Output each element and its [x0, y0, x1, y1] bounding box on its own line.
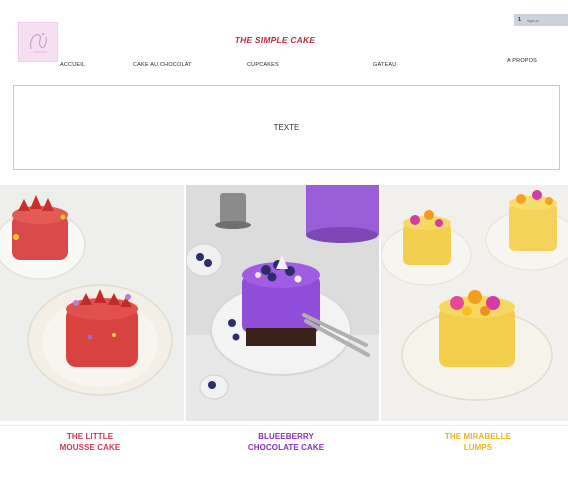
logo-icon [30, 32, 47, 53]
product-image-little-mousse-cake[interactable] [0, 185, 184, 421]
nav-item-accueil[interactable]: ACCUEIL [60, 62, 85, 68]
caption-line-2: MOUSSE CAKE [59, 443, 121, 452]
text-placeholder: TEXTE [273, 123, 300, 132]
nav-item-gateau[interactable]: GATEAU [373, 62, 396, 68]
caption-line-1: THE LITTLE [66, 432, 114, 441]
caption-blueberry-chocolate-cake[interactable]: BLUEEBERRY CHOCOLATE CAKE [226, 431, 346, 453]
product-gallery [0, 185, 568, 425]
caption-little-mousse-cake[interactable]: THE LITTLE MOUSSE CAKE [30, 431, 150, 453]
caption-mirabelle-lumps[interactable]: THE MIRABELLE LUMPS [418, 431, 538, 453]
product-image-blueberry-chocolate-cake[interactable] [186, 185, 379, 421]
product-image-mirabelle-lumps[interactable] [381, 185, 568, 421]
cart-count: 1 [518, 17, 522, 23]
nav-item-a-propos[interactable]: A PROPOS [507, 58, 537, 64]
gallery-divider [0, 425, 568, 426]
site-title[interactable]: THE SIMPLE CAKE [150, 35, 400, 45]
caption-line-1: THE MIRABELLE [444, 432, 512, 441]
nav-item-cupcakes[interactable]: CUPCAKES [247, 62, 279, 68]
caption-line-2: LUMPS [463, 443, 493, 452]
text-placeholder-box: TEXTE [13, 85, 560, 170]
cart-label: signup [527, 17, 539, 23]
caption-line-2: CHOCOLATE CAKE [247, 443, 325, 452]
site-logo[interactable] [18, 22, 58, 62]
caption-line-1: BLUEEBERRY [258, 432, 314, 441]
nav-item-cake-au-chocolat[interactable]: CAKE AU CHOCOLAT [133, 62, 192, 68]
cart-button[interactable]: 1 signup [514, 14, 568, 26]
